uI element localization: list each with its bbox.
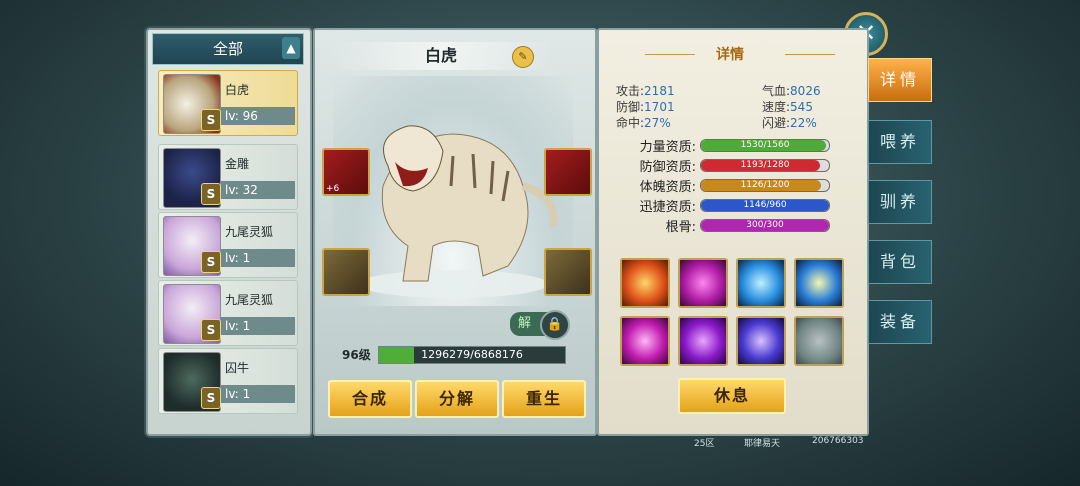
tab-tame[interactable]: 驯养 <box>868 180 932 224</box>
rank-badge: S <box>201 251 221 273</box>
compose-button[interactable]: 合成 <box>328 380 412 418</box>
aptitude-bar-agility: 1146/960 <box>700 199 830 212</box>
aptitude-label: 根骨: <box>665 220 696 235</box>
details-title: 详情 <box>716 47 744 63</box>
rank-badge: S <box>201 109 221 131</box>
pet-level: lv: 32 <box>221 181 295 199</box>
edit-icon[interactable]: ✎ <box>512 46 534 68</box>
stat-hp: 气血:8026 <box>762 84 821 98</box>
skill-claw-icon[interactable] <box>678 258 728 308</box>
equip-slot-necklace[interactable] <box>544 248 592 296</box>
pet-level: lv: 1 <box>221 385 295 403</box>
pet-level-label: 96级 <box>342 348 371 362</box>
pet-level: lv: 96 <box>221 107 295 125</box>
exp-text: 1296279/6868176 <box>421 348 523 361</box>
pet-item-qiu-niu[interactable]: S 囚牛 lv: 1 <box>158 348 298 414</box>
skill-rune-icon[interactable] <box>620 316 670 366</box>
aptitude-bar-bone: 300/300 <box>700 219 830 232</box>
skill-triple-claw-icon[interactable] <box>736 316 786 366</box>
rank-badge: S <box>201 387 221 409</box>
aptitude-bar-constitution: 1126/1200 <box>700 179 830 192</box>
pet-item-jiu-wei-ling-hu-2[interactable]: S 九尾灵狐 lv: 1 <box>158 280 298 346</box>
skill-lightning-icon[interactable] <box>794 258 844 308</box>
tab-details[interactable]: 详情 <box>868 58 932 102</box>
pet-name: 九尾灵狐 <box>225 293 274 307</box>
pet-name: 金雕 <box>225 157 250 171</box>
pet-name: 九尾灵狐 <box>225 225 274 239</box>
stat-defense: 防御:1701 <box>616 100 675 114</box>
lock-icon[interactable]: 🔒 <box>540 310 570 340</box>
skill-empty-slot-icon[interactable] <box>794 316 844 366</box>
rebirth-button[interactable]: 重生 <box>502 380 586 418</box>
stat-dodge: 闪避:22% <box>762 116 817 130</box>
rank-badge: S <box>201 319 221 341</box>
skill-binding-icon[interactable] <box>678 316 728 366</box>
tab-feed[interactable]: 喂养 <box>868 120 932 164</box>
tab-bag[interactable]: 背包 <box>868 240 932 284</box>
rank-badge: S <box>201 183 221 205</box>
aptitude-label: 体魄资质: <box>639 180 696 195</box>
pet-level: lv: 1 <box>221 249 295 267</box>
stat-speed: 速度:545 <box>762 100 813 114</box>
tab-equipment[interactable]: 装备 <box>868 300 932 344</box>
pet-item-jiu-wei-ling-hu[interactable]: S 九尾灵狐 lv: 1 <box>158 212 298 278</box>
player-name: 耶律易天 <box>744 439 781 449</box>
pet-item-bai-hu[interactable]: S 白虎 lv: 96 <box>158 70 298 136</box>
equip-slot-amulet[interactable] <box>544 148 592 196</box>
pet-name: 白虎 <box>225 83 250 97</box>
pet-name: 囚牛 <box>225 361 250 375</box>
decompose-button[interactable]: 分解 <box>415 380 499 418</box>
aptitude-label: 力量资质: <box>639 140 696 155</box>
aptitude-label: 迅捷资质: <box>639 200 696 215</box>
stat-hit: 命中:27% <box>616 116 671 130</box>
equip-enhance-badge: +6 <box>326 184 340 194</box>
pet-item-jin-diao[interactable]: S 金雕 lv: 32 <box>158 144 298 210</box>
exp-progress-bar: 1296279/6868176 <box>378 346 566 364</box>
stat-attack: 攻击:2181 <box>616 84 675 98</box>
skill-heart-shield-icon[interactable] <box>736 258 786 308</box>
equip-slot-weapon[interactable]: +6 <box>322 148 370 196</box>
rest-button[interactable]: 休息 <box>678 378 786 414</box>
pet-level: lv: 1 <box>221 317 295 335</box>
player-id: 206766303 <box>812 436 864 446</box>
skill-fire-slash-icon[interactable] <box>620 258 670 308</box>
aptitude-label: 防御资质: <box>639 160 696 175</box>
server-label: 25区 <box>694 439 715 449</box>
aptitude-bar-defense: 1193/1280 <box>700 159 830 172</box>
aptitude-bar-strength: 1530/1560 <box>700 139 830 152</box>
collapse-icon[interactable]: ▲ <box>282 37 300 59</box>
equip-slot-charm[interactable] <box>322 248 370 296</box>
